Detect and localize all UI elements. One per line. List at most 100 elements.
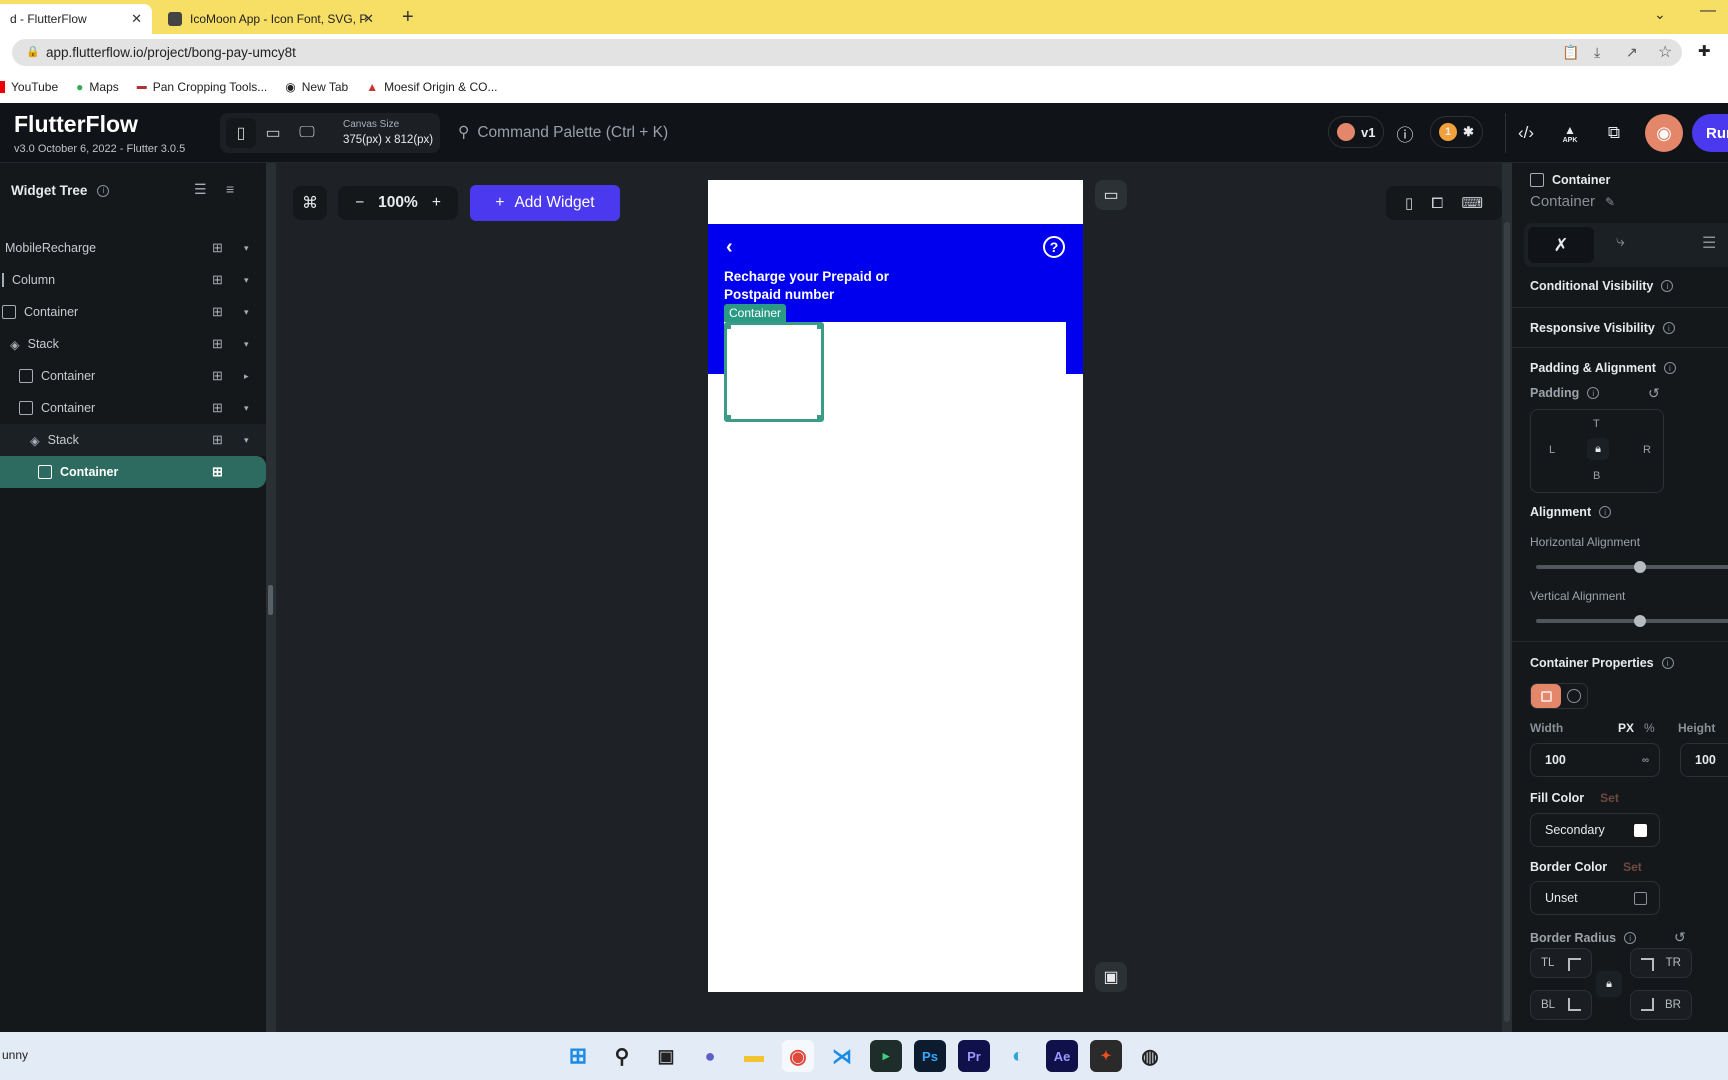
tree-item-column[interactable]: Column ⊞ ▾: [0, 264, 266, 296]
desktop-device-icon[interactable]: 🖵: [296, 122, 318, 144]
circle-shape-button[interactable]: [1567, 689, 1581, 703]
tree-item-container-selected[interactable]: Container ⊞: [0, 456, 266, 488]
browser-tab-icomoon[interactable]: IcoMoon App - Icon Font, SVG, P ✕: [158, 4, 384, 34]
after-effects-icon[interactable]: Ae: [1046, 1040, 1078, 1072]
toggle-navbar-icon[interactable]: ▣: [1095, 962, 1127, 992]
expand-caret-icon[interactable]: ▾: [244, 403, 249, 414]
zoom-out-button[interactable]: −: [355, 194, 364, 212]
radius-top-right[interactable]: TR: [1630, 948, 1692, 978]
padding-editor[interactable]: T L 🔒︎ R B: [1530, 409, 1664, 493]
radius-top-left[interactable]: TL: [1530, 948, 1592, 978]
apk-download-button[interactable]: ▲ APK: [1556, 119, 1584, 147]
canvas-size-value[interactable]: 375(px) x 812(px): [343, 134, 433, 146]
weather-widget[interactable]: unny: [2, 1048, 28, 1062]
widget-name-field[interactable]: Container ✎: [1530, 193, 1615, 210]
add-child-icon[interactable]: ⊞: [212, 400, 223, 416]
flutterflow-logo[interactable]: FlutterFlow: [14, 111, 138, 138]
tree-item-stack[interactable]: ◈ Stack ⊞ ▾: [0, 328, 266, 360]
padding-bottom[interactable]: B: [1593, 470, 1600, 482]
radius-bottom-right[interactable]: BR: [1630, 990, 1692, 1020]
reset-radius-icon[interactable]: ↺: [1674, 929, 1686, 946]
padding-right[interactable]: R: [1643, 444, 1651, 456]
radius-lock-icon[interactable]: 🔒︎: [1596, 971, 1622, 997]
lock-icon[interactable]: 🔒︎: [1587, 438, 1609, 460]
info-icon[interactable]: i: [1663, 362, 1676, 374]
vscode-icon[interactable]: ⋊: [826, 1040, 858, 1072]
resize-handle[interactable]: [817, 323, 823, 329]
close-tab-icon[interactable]: ✕: [363, 11, 374, 27]
terminal-app-icon[interactable]: ▸: [870, 1040, 902, 1072]
toggle-statusbar-icon[interactable]: ▭: [1095, 180, 1127, 210]
url-field[interactable]: 🔒 app.flutterflow.io/project/bong-pay-um…: [12, 39, 1682, 66]
help-circle-icon[interactable]: ?: [1043, 236, 1065, 258]
run-button[interactable]: Run: [1692, 114, 1728, 152]
phone-preview[interactable]: ‹ ? Recharge your Prepaid or Postpaid nu…: [708, 180, 1083, 992]
premiere-pro-icon[interactable]: Pr: [958, 1040, 990, 1072]
minimize-window-button[interactable]: —: [1700, 2, 1716, 20]
tab-actions[interactable]: ⤷: [1616, 233, 1625, 251]
add-widget-button[interactable]: + Add Widget: [470, 185, 620, 221]
info-icon[interactable]: i: [97, 184, 110, 197]
responsive-visibility-section[interactable]: Responsive Visibility i: [1530, 321, 1675, 335]
share-icon[interactable]: ↗: [1626, 44, 1638, 61]
bookmark-moesif[interactable]: ▲ Moesif Origin & CO...: [366, 80, 497, 94]
tab-backend-query[interactable]: ☰: [1702, 233, 1716, 253]
vertical-alignment-slider[interactable]: [1536, 619, 1728, 623]
fill-color-picker[interactable]: Secondary: [1530, 813, 1660, 847]
tree-item-mobilerecharge[interactable]: MobileRecharge ⊞ ▾: [0, 232, 266, 264]
bookmark-youtube[interactable]: YouTube: [0, 80, 58, 94]
info-icon[interactable]: i: [1662, 322, 1675, 334]
tablet-device-icon[interactable]: ▭: [262, 122, 284, 144]
rotate-device-icon[interactable]: ⧠: [1431, 195, 1443, 212]
padding-left[interactable]: L: [1549, 444, 1555, 456]
extensions-puzzle-icon[interactable]: ✚: [1698, 42, 1711, 60]
resize-handle[interactable]: [725, 415, 731, 421]
tree-item-container[interactable]: Container ⊞ ▾: [0, 392, 266, 424]
horizontal-alignment-thumb[interactable]: [1634, 561, 1646, 573]
vertical-alignment-thumb[interactable]: [1634, 615, 1646, 627]
resize-handle[interactable]: [268, 585, 273, 615]
add-child-icon[interactable]: ⊞: [212, 368, 223, 384]
horizontal-alignment-slider[interactable]: [1536, 565, 1728, 569]
tree-item-container[interactable]: Container ⊞ ▸: [0, 360, 266, 392]
expand-caret-icon[interactable]: ▾: [244, 435, 249, 446]
resize-handle[interactable]: [725, 323, 731, 329]
border-color-picker[interactable]: Unset: [1530, 881, 1660, 915]
bookmark-star-icon[interactable]: ☆: [1658, 42, 1672, 62]
keyboard-icon[interactable]: ⌨: [1461, 194, 1483, 212]
width-input[interactable]: 100 ∞: [1530, 743, 1660, 777]
selected-container[interactable]: [724, 322, 824, 422]
rectangle-shape-button[interactable]: [1531, 684, 1561, 708]
phone-device-icon[interactable]: ▯: [226, 118, 256, 148]
info-icon[interactable]: i: [1587, 387, 1600, 399]
browser-tab-flutterflow[interactable]: d - FlutterFlow ✕: [0, 4, 152, 34]
back-arrow-icon[interactable]: ‹: [726, 236, 733, 259]
edit-pencil-icon[interactable]: ✎: [1605, 195, 1615, 209]
open-external-icon[interactable]: ⧉: [1600, 119, 1628, 147]
help-icon[interactable]: ⓘ: [1391, 119, 1419, 147]
debug-button[interactable]: 1 ✱: [1430, 116, 1483, 148]
tree-item-container[interactable]: Container ⊞ ▾: [0, 296, 266, 328]
figma-icon[interactable]: ✦: [1090, 1040, 1122, 1072]
height-input[interactable]: 100: [1680, 743, 1728, 777]
scrollbar-thumb[interactable]: [1504, 222, 1510, 1022]
info-icon[interactable]: i: [1661, 280, 1674, 292]
command-palette[interactable]: ⚲ Command Palette (Ctrl + K): [458, 123, 668, 142]
photoshop-icon[interactable]: Ps: [914, 1040, 946, 1072]
search-icon[interactable]: ⚲: [606, 1040, 638, 1072]
add-child-icon[interactable]: ⊞: [212, 464, 223, 480]
add-child-icon[interactable]: ⊞: [212, 240, 223, 256]
unit-px-toggle[interactable]: PX: [1618, 721, 1634, 735]
info-icon[interactable]: i: [1661, 657, 1674, 669]
zoom-level[interactable]: 100%: [378, 194, 418, 212]
tree-item-stack[interactable]: ◈ Stack ⊞ ▾: [0, 424, 266, 456]
shortcuts-icon[interactable]: ⌘: [293, 186, 327, 220]
chrome-icon[interactable]: ◉: [782, 1040, 814, 1072]
border-color-set-link[interactable]: Set: [1623, 860, 1642, 874]
padding-top[interactable]: T: [1593, 418, 1600, 430]
obs-icon[interactable]: ◍: [1134, 1040, 1166, 1072]
sort-tree-icon[interactable]: ≡: [226, 181, 234, 197]
info-icon[interactable]: i: [1599, 506, 1612, 518]
tab-properties[interactable]: ✗: [1528, 227, 1594, 263]
version-button[interactable]: v1: [1328, 116, 1385, 148]
